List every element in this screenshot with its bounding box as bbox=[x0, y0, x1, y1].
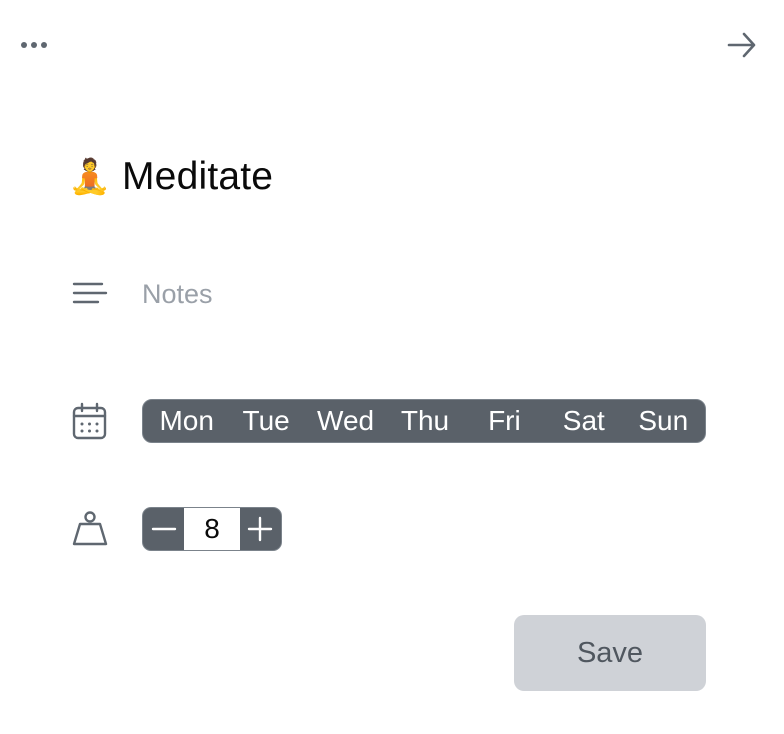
meditation-emoji-icon[interactable]: 🧘 bbox=[68, 160, 112, 194]
increment-button[interactable] bbox=[240, 508, 281, 550]
decrement-button[interactable] bbox=[143, 508, 184, 550]
day-toggle-tue[interactable]: Tue bbox=[226, 400, 305, 442]
day-toggle-wed[interactable]: Wed bbox=[306, 400, 385, 442]
more-options-button[interactable] bbox=[14, 32, 54, 58]
next-arrow-button[interactable] bbox=[722, 26, 762, 64]
more-dot bbox=[21, 42, 27, 48]
arrow-right-icon bbox=[727, 32, 756, 58]
calendar-icon bbox=[72, 402, 107, 440]
goal-value[interactable]: 8 bbox=[184, 508, 240, 550]
text-lines-icon bbox=[72, 282, 108, 304]
day-toggle-sat[interactable]: Sat bbox=[544, 400, 623, 442]
day-toggle-mon[interactable]: Mon bbox=[147, 400, 226, 442]
save-button[interactable]: Save bbox=[514, 615, 706, 691]
minus-icon bbox=[151, 527, 176, 531]
day-toggle-sun[interactable]: Sun bbox=[624, 400, 703, 442]
weight-icon-wrap bbox=[70, 508, 110, 548]
day-toggle-fri[interactable]: Fri bbox=[465, 400, 544, 442]
habit-title-row: 🧘 Meditate bbox=[68, 150, 273, 204]
more-dot bbox=[31, 42, 37, 48]
more-dot bbox=[41, 42, 47, 48]
day-toggle-thu[interactable]: Thu bbox=[385, 400, 464, 442]
calendar-icon-wrap bbox=[70, 401, 110, 441]
goal-stepper: 8 bbox=[142, 507, 282, 551]
weekday-selector: Mon Tue Wed Thu Fri Sat Sun bbox=[142, 399, 706, 443]
notes-icon-wrap bbox=[70, 274, 110, 314]
notes-input[interactable] bbox=[142, 274, 702, 314]
plus-icon bbox=[248, 516, 273, 542]
habit-title[interactable]: Meditate bbox=[122, 155, 273, 199]
weight-icon bbox=[72, 511, 108, 546]
